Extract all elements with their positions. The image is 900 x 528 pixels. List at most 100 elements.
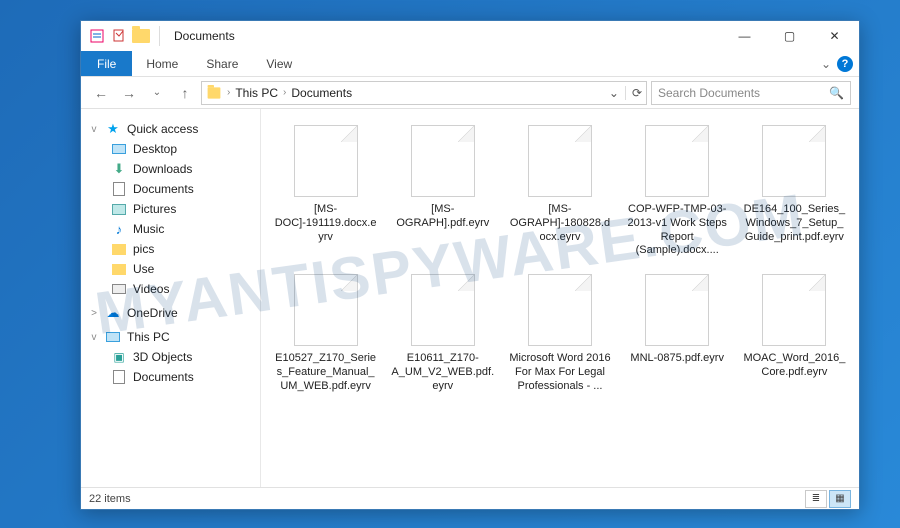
maximize-button[interactable]: ▢ xyxy=(767,22,812,51)
status-bar: 22 items ≣ ▦ xyxy=(81,487,859,509)
forward-button[interactable]: → xyxy=(117,81,141,105)
sidebar-item-music[interactable]: ♪ Music xyxy=(81,219,260,239)
home-tab[interactable]: Home xyxy=(132,51,192,76)
file-name: E10611_Z170-A_UM_V2_WEB.pdf.eyrv xyxy=(390,352,495,393)
chevron-right-icon: › xyxy=(224,87,233,98)
chevron-down-icon: v xyxy=(89,124,99,135)
breadcrumb-dropdown-icon[interactable]: ⌄ xyxy=(605,86,623,100)
file-name: E10527_Z170_Series_Feature_Manual_UM_WEB… xyxy=(273,352,378,393)
file-icon xyxy=(528,274,592,346)
sidebar-label: This PC xyxy=(127,330,170,344)
sidebar-label: Desktop xyxy=(133,142,177,156)
sidebar-label: Videos xyxy=(133,282,169,296)
sidebar-label: Music xyxy=(133,222,164,236)
desktop-icon xyxy=(111,141,127,157)
quick-access-toolbar xyxy=(83,26,166,46)
address-bar-row: ← → ⌄ ↑ › This PC › Documents ⌄ ⟳ Search… xyxy=(81,77,859,109)
file-icon xyxy=(528,125,592,197)
window-title: Documents xyxy=(174,29,722,43)
file-icon xyxy=(762,125,826,197)
share-tab[interactable]: Share xyxy=(192,51,252,76)
document-icon xyxy=(111,369,127,385)
folder-icon xyxy=(111,241,127,257)
chevron-right-icon: > xyxy=(89,308,99,319)
file-item[interactable]: [MS-DOC]-191119.docx.eyrv xyxy=(269,121,382,262)
collapse-ribbon-icon[interactable]: ⌄ xyxy=(821,57,831,71)
sidebar-item-desktop[interactable]: Desktop xyxy=(81,139,260,159)
up-button[interactable]: ↑ xyxy=(173,81,197,105)
file-icon xyxy=(411,125,475,197)
sidebar-item-videos[interactable]: Videos xyxy=(81,279,260,299)
3d-icon: ▣ xyxy=(111,349,127,365)
properties-icon[interactable] xyxy=(87,26,107,46)
folder-icon xyxy=(111,261,127,277)
sidebar-quick-access[interactable]: v ★ Quick access xyxy=(81,119,260,139)
explorer-window: Documents — ▢ ✕ File Home Share View ⌄ ?… xyxy=(80,20,860,510)
file-item[interactable]: DE164_100_Series_Windows_7_Setup_Guide_p… xyxy=(738,121,851,262)
sidebar-label: Downloads xyxy=(133,162,192,176)
view-switcher: ≣ ▦ xyxy=(805,490,851,508)
file-name: MNL-0875.pdf.eyrv xyxy=(630,352,724,366)
breadcrumb-bar[interactable]: › This PC › Documents ⌄ ⟳ xyxy=(201,81,647,105)
sidebar-label: Documents xyxy=(133,182,194,196)
file-item[interactable]: COP-WFP-TMP-03-2013-v1 Work Steps Report… xyxy=(621,121,734,262)
music-icon: ♪ xyxy=(111,221,127,237)
sidebar-label: 3D Objects xyxy=(133,350,192,364)
file-item[interactable]: MOAC_Word_2016_Core.pdf.eyrv xyxy=(738,270,851,397)
sidebar-item-documents-pc[interactable]: Documents xyxy=(81,367,260,387)
file-item[interactable]: [MS-OGRAPH]-180828.docx.eyrv xyxy=(503,121,616,262)
sidebar-onedrive[interactable]: > ☁ OneDrive xyxy=(81,303,260,323)
file-item[interactable]: MNL-0875.pdf.eyrv xyxy=(621,270,734,397)
pictures-icon xyxy=(111,201,127,217)
back-button[interactable]: ← xyxy=(89,81,113,105)
download-icon: ⬇ xyxy=(111,161,127,177)
sidebar-item-downloads[interactable]: ⬇ Downloads xyxy=(81,159,260,179)
sidebar-item-use[interactable]: Use xyxy=(81,259,260,279)
cloud-icon: ☁ xyxy=(105,305,121,321)
folder-icon[interactable] xyxy=(131,26,151,46)
folder-small-icon xyxy=(206,85,222,101)
copy-icon[interactable] xyxy=(109,26,129,46)
item-count: 22 items xyxy=(89,493,131,505)
title-bar: Documents — ▢ ✕ xyxy=(81,21,859,51)
file-icon xyxy=(411,274,475,346)
minimize-button[interactable]: — xyxy=(722,22,767,51)
help-icon[interactable]: ? xyxy=(837,56,853,72)
search-input[interactable]: Search Documents 🔍 xyxy=(651,81,851,105)
body: v ★ Quick access Desktop ⬇ Downloads Docu… xyxy=(81,109,859,487)
sidebar-label: Documents xyxy=(133,370,194,384)
icons-view-button[interactable]: ▦ xyxy=(829,490,851,508)
file-name: [MS-OGRAPH]-180828.docx.eyrv xyxy=(507,203,612,244)
file-grid: [MS-DOC]-191119.docx.eyrv[MS-OGRAPH].pdf… xyxy=(269,121,851,397)
file-item[interactable]: E10527_Z170_Series_Feature_Manual_UM_WEB… xyxy=(269,270,382,397)
breadcrumb-item[interactable]: Documents xyxy=(291,86,352,100)
sidebar-item-pics[interactable]: pics xyxy=(81,239,260,259)
file-icon xyxy=(645,274,709,346)
sidebar-label: pics xyxy=(133,242,154,256)
sidebar-item-pictures[interactable]: Pictures xyxy=(81,199,260,219)
details-view-button[interactable]: ≣ xyxy=(805,490,827,508)
navigation-pane[interactable]: v ★ Quick access Desktop ⬇ Downloads Docu… xyxy=(81,109,261,487)
sidebar-item-3d-objects[interactable]: ▣ 3D Objects xyxy=(81,347,260,367)
view-tab[interactable]: View xyxy=(252,51,306,76)
separator xyxy=(159,26,160,46)
search-placeholder: Search Documents xyxy=(658,86,760,100)
file-item[interactable]: [MS-OGRAPH].pdf.eyrv xyxy=(386,121,499,262)
file-item[interactable]: Microsoft Word 2016 For Max For Legal Pr… xyxy=(503,270,616,397)
chevron-right-icon: › xyxy=(280,87,289,98)
file-item[interactable]: E10611_Z170-A_UM_V2_WEB.pdf.eyrv xyxy=(386,270,499,397)
refresh-icon[interactable]: ⟳ xyxy=(625,86,642,100)
breadcrumb-item[interactable]: This PC xyxy=(235,86,278,100)
search-icon[interactable]: 🔍 xyxy=(829,86,844,100)
chevron-down-icon: v xyxy=(89,332,99,343)
file-list-pane[interactable]: [MS-DOC]-191119.docx.eyrv[MS-OGRAPH].pdf… xyxy=(261,109,859,487)
sidebar-label: OneDrive xyxy=(127,306,178,320)
history-dropdown-icon[interactable]: ⌄ xyxy=(145,81,169,105)
sidebar-item-documents[interactable]: Documents xyxy=(81,179,260,199)
file-tab[interactable]: File xyxy=(81,51,132,76)
file-name: COP-WFP-TMP-03-2013-v1 Work Steps Report… xyxy=(625,203,730,258)
sidebar-label: Pictures xyxy=(133,202,176,216)
file-icon xyxy=(645,125,709,197)
sidebar-this-pc[interactable]: v This PC xyxy=(81,327,260,347)
close-button[interactable]: ✕ xyxy=(812,22,857,51)
